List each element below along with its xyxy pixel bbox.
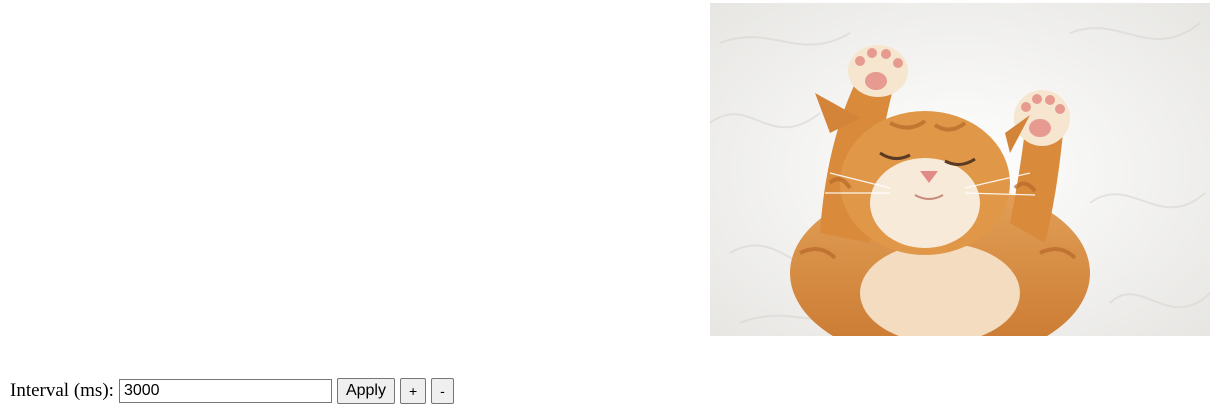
interval-input[interactable] [118,379,332,403]
interval-controls: Interval (ms): Apply + - [10,377,454,405]
increase-button[interactable]: + [399,378,427,404]
apply-button[interactable]: Apply [336,378,395,404]
slideshow-page: Interval (ms): Apply + - [0,0,1212,419]
kitten-picture [710,3,1210,336]
kitten-image [710,3,1210,336]
interval-label: Interval (ms): [10,380,114,401]
decrease-button[interactable]: - [431,378,454,404]
